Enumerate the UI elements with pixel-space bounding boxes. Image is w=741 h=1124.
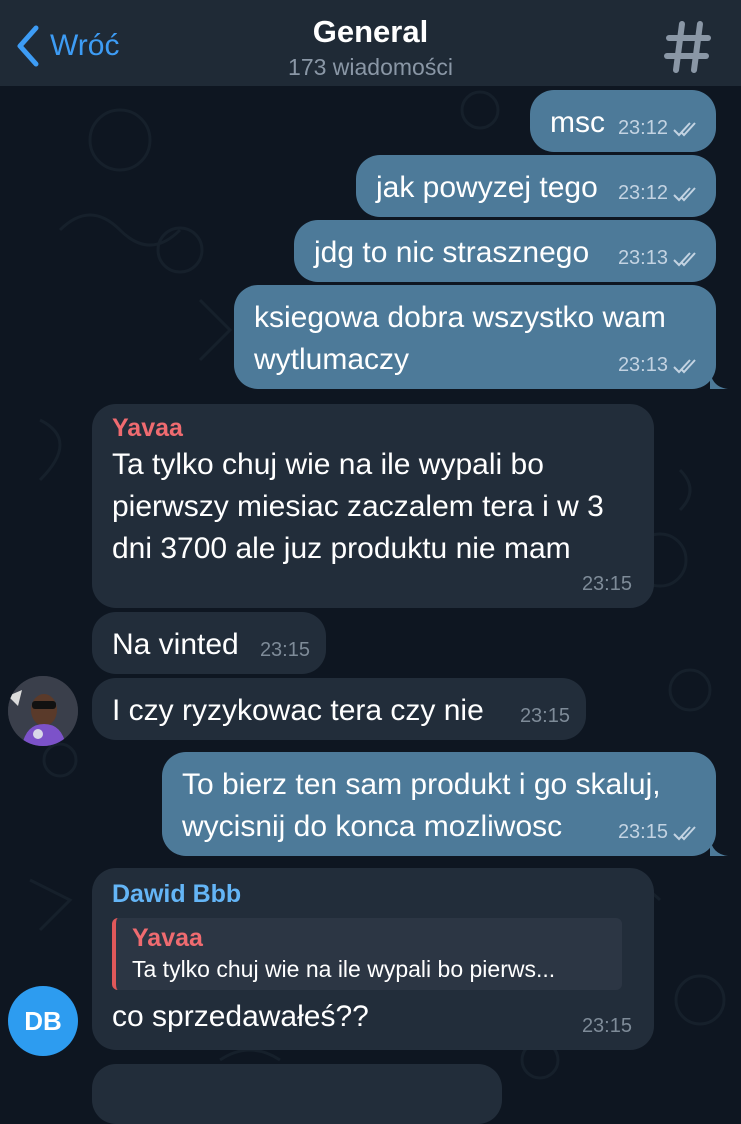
message-time: 23:15 <box>581 573 632 595</box>
outgoing-message[interactable]: jdg to nic strasznego 23:13 <box>294 220 716 282</box>
outgoing-message[interactable]: msc 23:12 <box>530 90 716 152</box>
reply-sender-name: Yavaa <box>132 924 203 952</box>
avatar[interactable] <box>8 676 78 746</box>
incoming-message-partial[interactable] <box>92 1064 502 1124</box>
message-meta: 23:12 <box>618 182 700 205</box>
reply-quote[interactable]: Yavaa Ta tylko chuj wie na ile wypali bo… <box>112 918 622 990</box>
message-text-line: Ta tylko chuj wie na ile wypali bo <box>112 448 544 481</box>
incoming-message[interactable]: Yavaa Ta tylko chuj wie na ile wypali bo… <box>92 404 654 608</box>
message-time: 23:12 <box>617 182 668 204</box>
message-meta: 23:15 <box>582 573 632 596</box>
message-time: 23:15 <box>519 705 570 727</box>
double-check-icon <box>673 121 696 136</box>
message-meta: 23:15 <box>582 1015 632 1038</box>
message-time: 23:12 <box>617 117 668 139</box>
message-meta: 23:12 <box>618 117 700 140</box>
message-time: 23:15 <box>581 1015 632 1037</box>
sender-name[interactable]: Yavaa <box>112 412 634 444</box>
message-count: 173 wiadomości <box>288 54 453 80</box>
hashtag-icon[interactable] <box>664 18 712 76</box>
message-text-line: dni 3700 ale juz produktu nie mam <box>112 532 571 565</box>
message-meta: 23:13 <box>618 247 700 270</box>
incoming-message[interactable]: Na vinted 23:15 <box>92 612 326 674</box>
reply-text: Ta tylko chuj wie na ile wypali bo pierw… <box>132 956 556 982</box>
message-meta: 23:13 <box>618 354 700 377</box>
user-photo-icon <box>8 676 78 746</box>
avatar-initials: DB <box>24 1005 62 1036</box>
double-check-icon <box>673 251 696 266</box>
message-text-line: pierwszy miesiac zaczalem tera i w 3 <box>112 490 604 523</box>
message-text-line: To bierz ten sam produkt i go skaluj, <box>182 768 661 801</box>
message-text: co sprzedawałeś?? <box>112 1000 369 1033</box>
message-time: 23:15 <box>617 821 668 843</box>
double-check-icon <box>673 358 696 373</box>
chat-header: Wróć General 173 wiadomości <box>0 0 741 86</box>
message-time: 23:15 <box>259 639 310 661</box>
message-meta: 23:15 <box>260 639 310 662</box>
outgoing-message[interactable]: To bierz ten sam produkt i go skaluj, wy… <box>162 752 716 856</box>
outgoing-message[interactable]: jak powyzej tego 23:12 <box>356 155 716 217</box>
incoming-message[interactable]: Dawid Bbb Yavaa Ta tylko chuj wie na ile… <box>92 868 654 1050</box>
chat-title[interactable]: General <box>0 14 741 50</box>
message-time: 23:13 <box>617 354 668 376</box>
outgoing-message[interactable]: ksiegowa dobra wszystko wam wytlumaczy 2… <box>234 285 716 389</box>
incoming-message[interactable]: I czy ryzykowac tera czy nie 23:15 <box>92 678 586 740</box>
double-check-icon <box>673 825 696 840</box>
message-text-line: ksiegowa dobra wszystko wam <box>254 301 666 334</box>
chat-title-block[interactable]: General 173 wiadomości <box>0 14 741 82</box>
avatar[interactable]: DB <box>8 986 78 1056</box>
message-time: 23:13 <box>617 247 668 269</box>
message-text: I czy ryzykowac tera czy nie <box>112 694 484 727</box>
message-meta: 23:15 <box>618 821 700 844</box>
message-meta: 23:15 <box>520 705 570 728</box>
sender-name[interactable]: Dawid Bbb <box>112 878 634 910</box>
double-check-icon <box>673 186 696 201</box>
